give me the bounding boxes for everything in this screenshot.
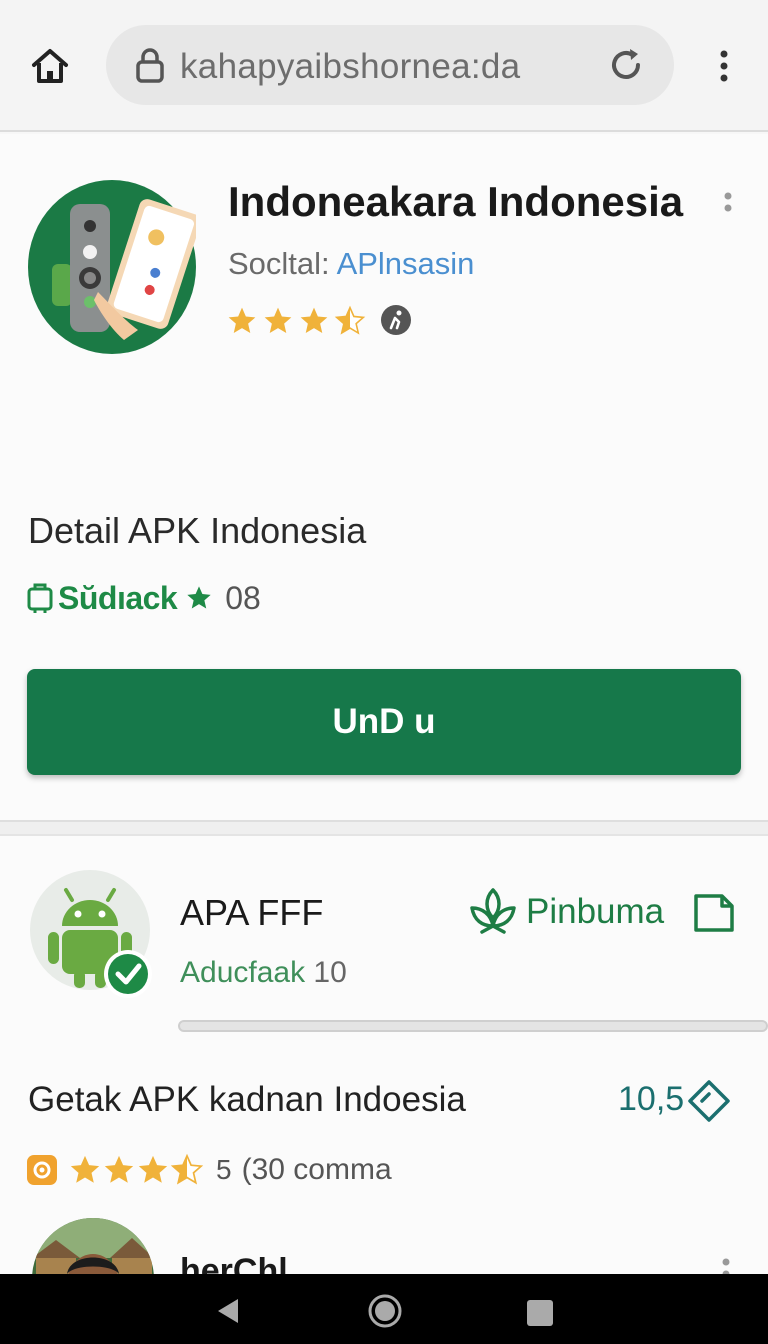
browser-toolbar: kahapyaibshornea:da bbox=[0, 0, 768, 132]
star-icon bbox=[187, 586, 211, 609]
download-item-label: Aducfaak bbox=[180, 956, 314, 989]
star-icon bbox=[300, 307, 328, 333]
overflow-menu-icon[interactable] bbox=[712, 44, 736, 88]
star-icon bbox=[264, 307, 292, 333]
device-icon bbox=[27, 583, 53, 613]
developer-link[interactable]: APlnsasin bbox=[337, 246, 475, 281]
pin-button-label: Pinbuma bbox=[526, 892, 665, 931]
listing-size: 10,5 bbox=[618, 1080, 685, 1118]
star-icon bbox=[70, 1155, 100, 1183]
listing-title[interactable]: Getak APK kadnan Indoesia bbox=[28, 1080, 466, 1120]
detail-meta: Sŭdıack 08 bbox=[26, 578, 261, 618]
section-divider bbox=[0, 820, 768, 836]
info-icon[interactable] bbox=[380, 304, 412, 336]
rating-count: (30 comma bbox=[241, 1153, 392, 1186]
home-circle-icon[interactable] bbox=[368, 1294, 402, 1328]
download-item-status: Aducfaak 10 bbox=[180, 956, 347, 990]
more-options-icon[interactable] bbox=[718, 190, 738, 220]
half-star-icon bbox=[334, 305, 366, 335]
detail-number: 08 bbox=[225, 579, 261, 616]
rating-value: 5 bbox=[216, 1154, 232, 1185]
install-button-label: UnD u bbox=[332, 702, 436, 741]
star-icon bbox=[228, 307, 256, 333]
android-app-avatar bbox=[30, 870, 154, 998]
download-item-title: APA FFF bbox=[180, 892, 324, 933]
pin-button[interactable]: Pinbuma bbox=[468, 884, 664, 940]
half-star-icon bbox=[170, 1153, 204, 1185]
leaf-icon bbox=[470, 888, 516, 934]
download-item-number: 10 bbox=[313, 956, 347, 989]
star-icon bbox=[104, 1155, 134, 1183]
download-progress-bar bbox=[178, 1020, 768, 1032]
listing-rating: 5 (30 comma bbox=[26, 1150, 392, 1190]
document-icon[interactable] bbox=[692, 892, 736, 934]
lock-icon bbox=[134, 47, 166, 83]
app-developer-line: Socltal: APlnsasin bbox=[228, 246, 474, 282]
developer-label: Socltal: bbox=[228, 246, 337, 281]
home-icon[interactable] bbox=[28, 44, 72, 88]
address-bar[interactable]: kahapyaibshornea:da bbox=[106, 25, 674, 105]
back-icon[interactable] bbox=[214, 1297, 242, 1325]
system-navigation-bar bbox=[0, 1274, 768, 1344]
tag-icon bbox=[686, 1078, 732, 1124]
reload-icon[interactable] bbox=[606, 45, 646, 85]
star-icon bbox=[138, 1155, 168, 1183]
page-content: Indoneakara Indonesia Socltal: APlnsasin… bbox=[0, 134, 768, 1340]
app-icon bbox=[28, 180, 201, 354]
badge-icon bbox=[27, 1155, 57, 1185]
app-rating-stars bbox=[226, 304, 366, 338]
install-button[interactable]: UnD u bbox=[27, 669, 741, 775]
category-tag[interactable]: Sŭdıack bbox=[58, 580, 178, 617]
app-title: Indoneakara Indonesia bbox=[228, 178, 684, 225]
url-text[interactable]: kahapyaibshornea:da bbox=[180, 47, 520, 87]
detail-heading: Detail APK Indonesia bbox=[28, 510, 367, 551]
recents-icon[interactable] bbox=[526, 1299, 554, 1327]
